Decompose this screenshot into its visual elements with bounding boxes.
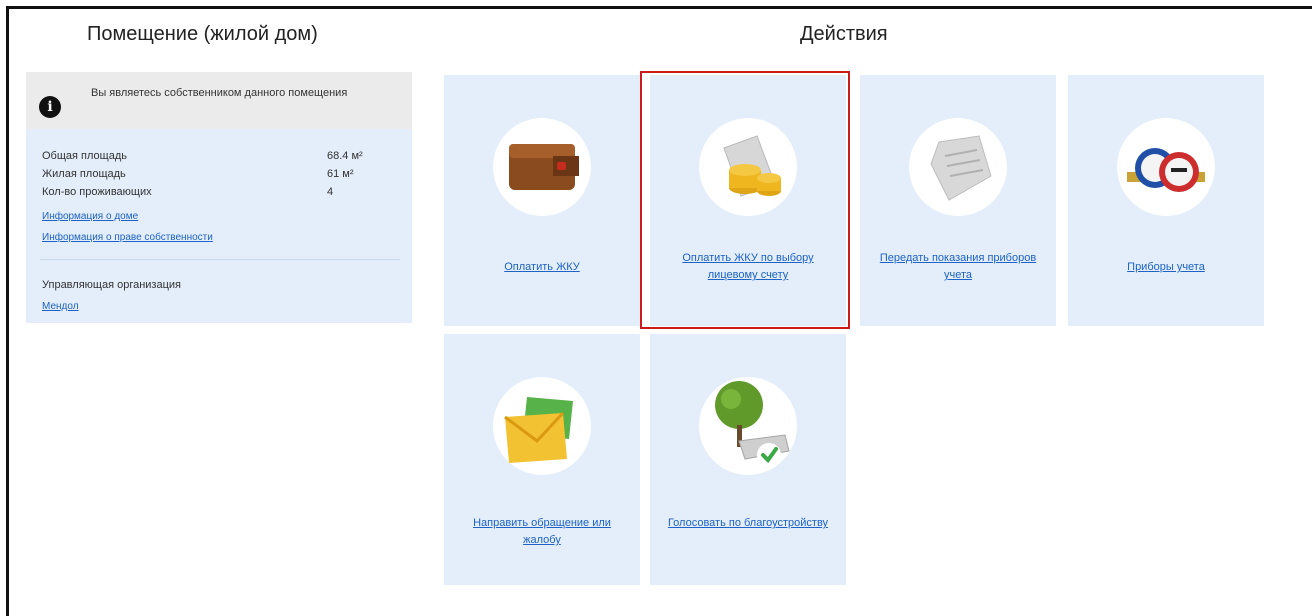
receipt-coins-icon (723, 135, 781, 197)
receipt-icon (930, 135, 992, 201)
wallet-icon (509, 144, 579, 190)
premises-info-panel: i Вы являетесь собственником данного пом… (26, 72, 412, 323)
residents-label: Кол-во проживающих (42, 186, 152, 198)
premises-title: Помещение (жилой дом) (87, 23, 318, 45)
divider (40, 259, 400, 260)
envelope-icon (504, 397, 573, 463)
owner-text: Вы являетесь собственником данного помещ… (91, 87, 348, 99)
action-tile-meters[interactable]: Приборы учета (1068, 75, 1264, 326)
living-area-label: Жилая площадь (42, 168, 126, 180)
icon-circle (699, 377, 797, 475)
icon-circle (1117, 118, 1215, 216)
action-tile-pay[interactable]: Оплатить ЖКУ (444, 75, 640, 326)
total-area-label: Общая площадь (42, 150, 127, 162)
action-label[interactable]: Передать показания приборов учета (872, 250, 1044, 284)
management-link[interactable]: Мендол (42, 301, 79, 312)
action-tile-pay-by-account[interactable]: Оплатить ЖКУ по выбору лицевому счету (650, 75, 846, 326)
action-tile-send-appeal[interactable]: Направить обращение или жалобу (444, 334, 640, 585)
icon-circle (699, 118, 797, 216)
icon-circle (909, 118, 1007, 216)
tree-bench-icon (715, 381, 790, 467)
action-label[interactable]: Оплатить ЖКУ (456, 259, 628, 276)
action-label[interactable]: Направить обращение или жалобу (456, 515, 628, 549)
management-label: Управляющая организация (42, 279, 181, 291)
residents-value: 4 (327, 186, 334, 198)
action-label[interactable]: Голосовать по благоустройству (662, 515, 834, 532)
owner-notice: i Вы являетесь собственником данного пом… (26, 72, 412, 129)
building-info-link[interactable]: Информация о доме (42, 211, 138, 222)
actions-title: Действия (800, 23, 888, 45)
action-label[interactable]: Приборы учета (1080, 259, 1252, 276)
action-label[interactable]: Оплатить ЖКУ по выбору лицевому счету (662, 250, 834, 284)
icon-circle (493, 118, 591, 216)
total-area-value: 68.4 м² (327, 150, 363, 162)
info-icon: i (39, 96, 61, 118)
action-tile-vote-improvement[interactable]: Голосовать по благоустройству (650, 334, 846, 585)
icon-circle (493, 377, 591, 475)
ownership-info-link[interactable]: Информация о праве собственности (42, 232, 213, 243)
water-meter-icon (1127, 148, 1205, 192)
living-area-value: 61 м² (327, 168, 354, 180)
action-tile-submit-readings[interactable]: Передать показания приборов учета (860, 75, 1056, 326)
